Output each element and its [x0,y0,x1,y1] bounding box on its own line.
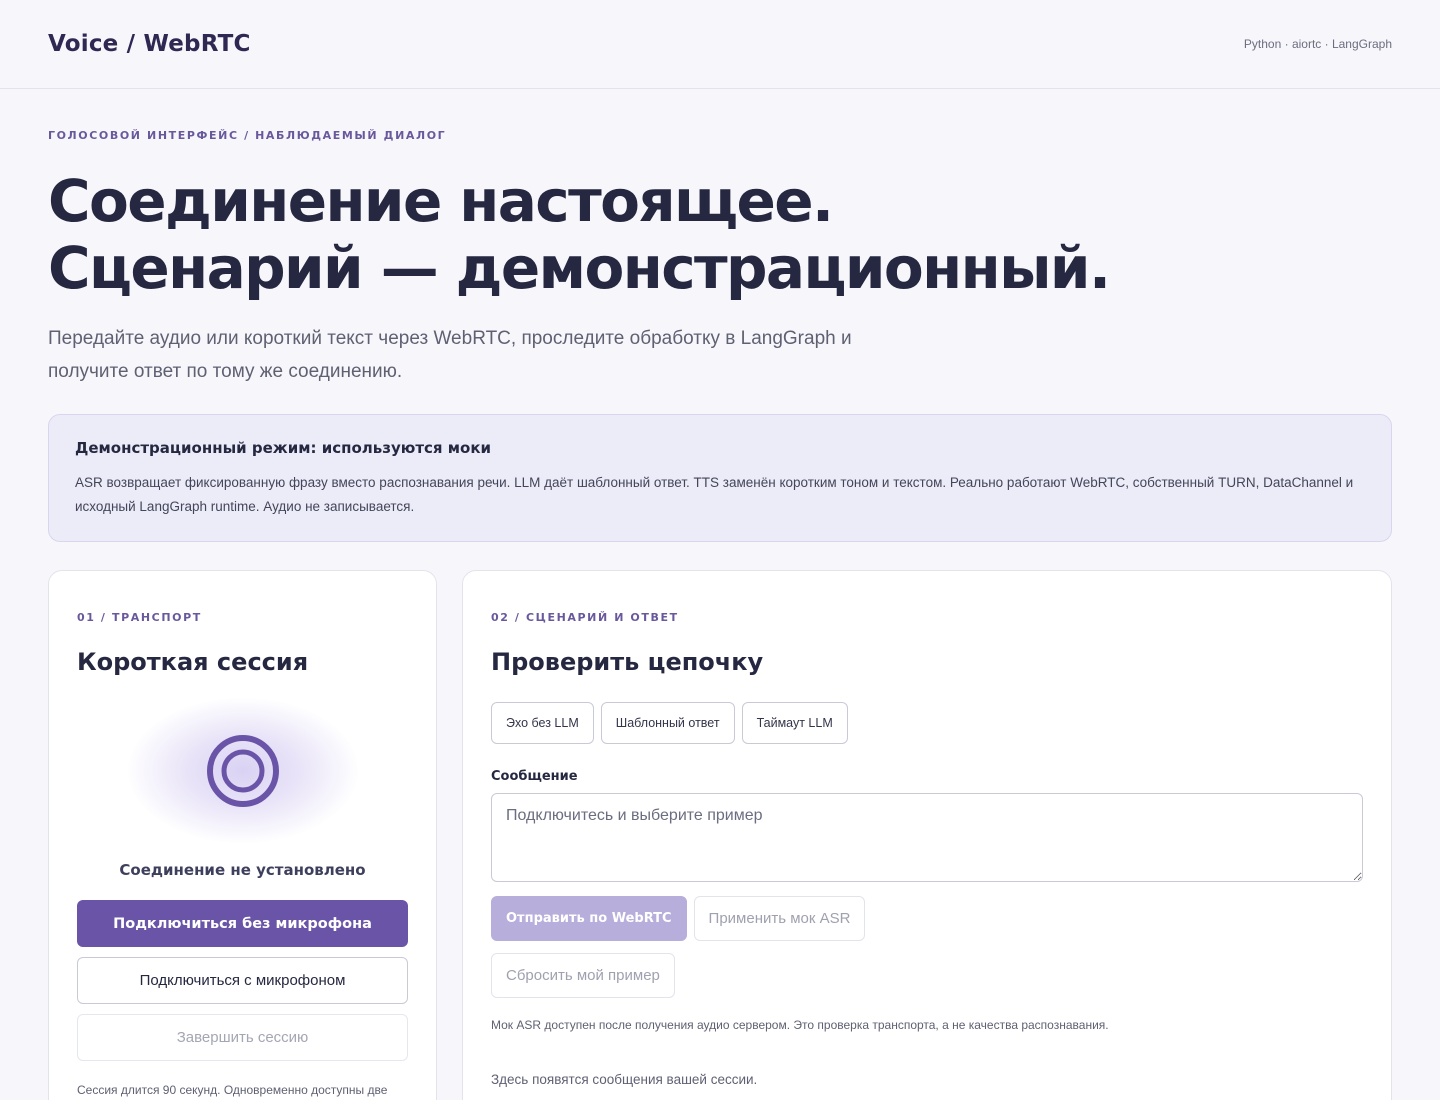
hero-lede: Передайте аудио или короткий текст через… [48,328,852,382]
asr-hint: Мок ASR доступен после получения аудио с… [491,1018,1109,1032]
notice-title: Демонстрационный режим: используются мок… [75,439,492,457]
hero-title: Соединение настоящее. Сценарий — демонст… [48,168,1392,302]
chip-echo-no-llm[interactable]: Эхо без LLM [491,702,594,744]
reset-example-button[interactable]: Сбросить мой пример [491,953,675,998]
demo-mode-notice: Демонстрационный режим: используются мок… [48,414,1392,542]
message-input[interactable] [491,793,1363,882]
connection-ring-icon [206,734,279,807]
example-chips: Эхо без LLM Шаблонный ответ Таймаут LLM [491,702,1363,744]
reset-row: Сбросить мой пример [491,953,1363,998]
chip-template-reply[interactable]: Шаблонный ответ [600,702,735,744]
main-content: ГОЛОСОВОЙ ИНТЕРФЕЙС / НАБЛЮДАЕМЫЙ ДИАЛОГ… [0,129,1440,1100]
send-webrtc-button[interactable]: Отправить по WebRTC [491,896,687,941]
apply-mock-asr-button[interactable]: Применить мок ASR [693,896,866,941]
notice-text: ASR возвращает фиксированную фразу вмест… [75,475,1354,514]
hero-title-line-1: Соединение настоящее. [48,167,834,235]
message-actions: Отправить по WebRTC Применить мок ASR [491,896,1363,941]
scenario-title: Проверить цепочку [491,648,764,676]
session-note: Сессия длится 90 секунд. Одновременно до… [77,1083,388,1097]
connect-without-mic-button[interactable]: Подключиться без микрофона [77,900,408,947]
panels-grid: 01 / ТРАНСПОРТ Короткая сессия Соединени… [48,570,1392,1100]
hero-title-line-2: Сценарий — демонстрационный. [48,234,1111,302]
transport-eyebrow: 01 / ТРАНСПОРТ [77,611,202,624]
message-label: Сообщение [491,769,578,784]
session-log-empty: Здесь появятся сообщения вашей сессии. [491,1072,758,1087]
chip-llm-timeout[interactable]: Таймаут LLM [741,702,848,744]
tech-stack: Python · aiortc · LangGraph [1243,37,1392,51]
site-header: Voice / WebRTC Python · aiortc · LangGra… [0,0,1440,89]
connection-orb [77,698,408,843]
brand-logo[interactable]: Voice / WebRTC [48,31,251,57]
scenario-card: 02 / СЦЕНАРИЙ И ОТВЕТ Проверить цепочку … [462,570,1392,1100]
end-session-button[interactable]: Завершить сессию [77,1014,408,1061]
orb-glow [127,698,358,843]
hero-eyebrow: ГОЛОСОВОЙ ИНТЕРФЕЙС / НАБЛЮДАЕМЫЙ ДИАЛОГ [48,129,447,142]
transport-title: Короткая сессия [77,648,309,676]
connect-with-mic-button[interactable]: Подключиться с микрофоном [77,957,408,1004]
scenario-eyebrow: 02 / СЦЕНАРИЙ И ОТВЕТ [491,611,679,624]
connection-status: Соединение не установлено [119,861,366,879]
transport-card: 01 / ТРАНСПОРТ Короткая сессия Соединени… [48,570,437,1100]
